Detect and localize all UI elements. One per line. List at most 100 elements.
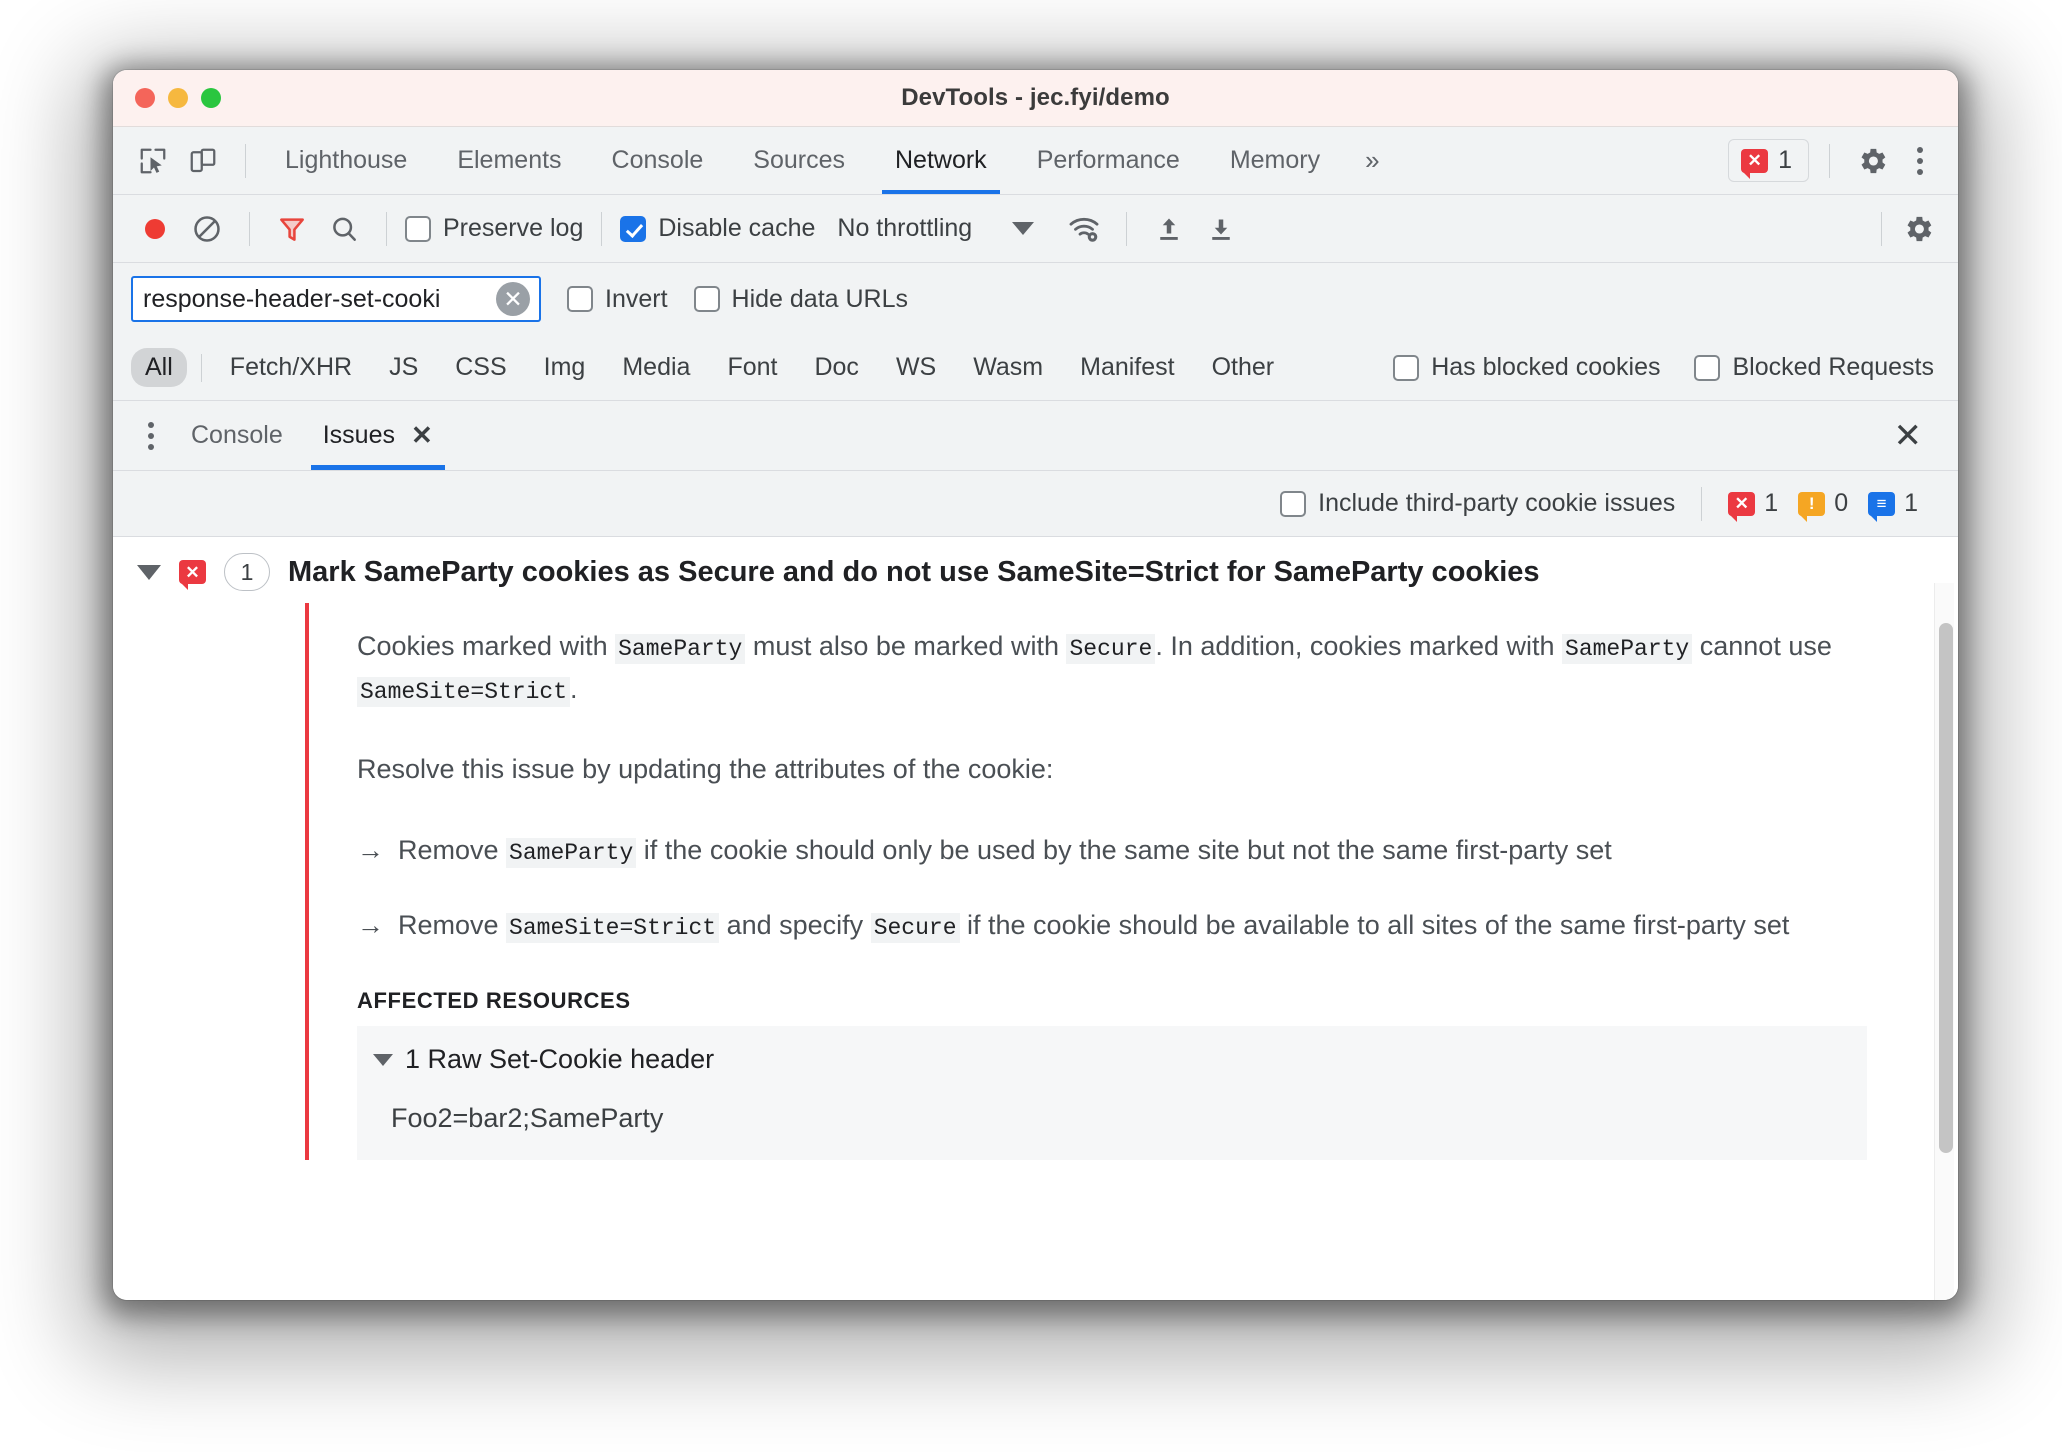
code-sameparty: SameParty	[615, 634, 746, 664]
tab-label: Network	[895, 146, 987, 174]
network-conditions-icon[interactable]	[1060, 205, 1108, 253]
error-count-badge[interactable]: ✕ 1	[1728, 139, 1809, 182]
tab-bar-right-actions: ✕ 1	[1728, 139, 1958, 183]
chevron-down-icon[interactable]	[373, 1053, 393, 1066]
tab-console[interactable]: Console	[587, 127, 729, 194]
include-third-party-box[interactable]	[1280, 490, 1307, 517]
network-toolbar-right	[1867, 207, 1940, 251]
tab-memory[interactable]: Memory	[1205, 127, 1345, 194]
affected-resources-label: AFFECTED RESOURCES	[357, 988, 631, 1014]
kebab-menu-icon[interactable]	[1900, 139, 1940, 183]
download-har-icon[interactable]	[1197, 205, 1245, 253]
warning-glyph: !	[1808, 494, 1815, 513]
tab-performance[interactable]: Performance	[1012, 127, 1205, 194]
preserve-log-box[interactable]	[405, 215, 431, 242]
record-button-icon[interactable]	[131, 205, 179, 253]
issue-resolution-2: → Remove SameSite=Strict and specify Secu…	[357, 904, 1895, 947]
has-blocked-cookies-checkbox[interactable]: Has blocked cookies	[1393, 353, 1660, 382]
type-filter-fetch-xhr[interactable]: Fetch/XHR	[216, 348, 366, 387]
chevron-down-icon[interactable]	[1012, 222, 1035, 235]
resource-type-row: All Fetch/XHR JS CSS Img Media Font Doc …	[113, 335, 1958, 401]
type-filter-other[interactable]: Other	[1198, 348, 1289, 387]
type-filter-ws[interactable]: WS	[882, 348, 950, 387]
hide-data-urls-checkbox[interactable]: Hide data URLs	[693, 285, 908, 314]
issue-resolution-1: → Remove SameParty if the cookie should o…	[357, 829, 1895, 872]
toolbar-divider	[386, 211, 387, 246]
affected-resources-group[interactable]: 1 Raw Set-Cookie header	[357, 1044, 1867, 1075]
filter-row: response-header-set-cooki ✕ Invert Hide …	[113, 263, 1958, 335]
preserve-log-checkbox[interactable]: Preserve log	[405, 214, 583, 243]
devtools-window: DevTools - jec.fyi/demo Lighthouse Eleme…	[113, 70, 1958, 1300]
invert-box[interactable]	[567, 286, 593, 312]
scrollbar-thumb[interactable]	[1939, 623, 1953, 1153]
chevron-down-icon[interactable]	[137, 564, 161, 580]
drawer-tab-issues[interactable]: Issues ✕	[303, 401, 453, 470]
clear-filter-icon[interactable]: ✕	[496, 282, 530, 316]
type-filter-doc[interactable]: Doc	[800, 348, 872, 387]
clear-icon[interactable]	[183, 205, 231, 253]
affected-resource-row: Foo2=bar2;SameParty	[391, 1103, 664, 1134]
network-settings-gear-icon[interactable]	[1896, 207, 1940, 251]
include-third-party-checkbox[interactable]: Include third-party cookie issues	[1280, 489, 1675, 518]
error-bubble-icon: ✕	[1728, 491, 1756, 522]
blocked-requests-checkbox[interactable]: Blocked Requests	[1694, 353, 1934, 382]
info-counter-value: 1	[1904, 489, 1918, 517]
issues-toolbar: Include third-party cookie issues ✕ 1 ! …	[113, 471, 1958, 537]
code-secure: Secure	[870, 912, 960, 943]
close-icon[interactable]: ✕	[411, 420, 433, 451]
disable-cache-box[interactable]	[620, 215, 647, 242]
blocked-requests-box[interactable]	[1694, 354, 1721, 381]
invert-checkbox[interactable]: Invert	[567, 285, 668, 314]
type-filter-manifest[interactable]: Manifest	[1066, 348, 1188, 387]
drawer-tab-console[interactable]: Console	[171, 401, 303, 470]
panel-tabs: Lighthouse Elements Console Sources Netw…	[260, 127, 1345, 194]
type-filter-font[interactable]: Font	[713, 348, 791, 387]
issues-divider	[1701, 486, 1703, 521]
type-filter-css[interactable]: CSS	[441, 348, 520, 387]
inspect-cursor-icon[interactable]	[131, 139, 175, 183]
more-tabs-button[interactable]: »	[1345, 145, 1399, 176]
error-glyph: ✕	[185, 562, 200, 582]
text-fragment: must also be marked with	[745, 631, 1067, 661]
text-fragment: Remove	[398, 909, 507, 940]
close-drawer-icon[interactable]: ✕	[1894, 419, 1941, 453]
drawer-tab-label: Issues	[322, 421, 395, 449]
gear-icon[interactable]	[1850, 139, 1894, 183]
type-filter-all[interactable]: All	[131, 348, 187, 387]
issues-toolbar-right: Include third-party cookie issues ✕ 1 ! …	[1280, 486, 1940, 522]
type-filter-img[interactable]: Img	[530, 348, 600, 387]
has-blocked-cookies-label: Has blocked cookies	[1431, 353, 1661, 381]
toolbar-divider	[601, 211, 603, 246]
device-toolbar-icon[interactable]	[181, 139, 225, 183]
issues-content: ✕ 1 Mark SameParty cookies as Secure and…	[113, 537, 1958, 1300]
filter-funnel-icon[interactable]	[268, 205, 316, 253]
disable-cache-checkbox[interactable]: Disable cache	[620, 214, 815, 243]
tab-label: Sources	[753, 146, 845, 174]
upload-har-icon[interactable]	[1145, 205, 1193, 253]
throttling-select[interactable]: No throttling	[837, 214, 972, 243]
info-counter[interactable]: ≡ 1	[1868, 489, 1918, 522]
issues-scrollbar[interactable]	[1934, 583, 1954, 1300]
tab-network[interactable]: Network	[870, 127, 1012, 194]
type-filter-wasm[interactable]: Wasm	[959, 348, 1057, 387]
filter-input[interactable]: response-header-set-cooki ✕	[131, 276, 541, 322]
tab-sources[interactable]: Sources	[728, 127, 870, 194]
tab-label: Elements	[457, 146, 562, 174]
drawer-kebab-icon[interactable]	[131, 414, 171, 458]
error-counter[interactable]: ✕ 1	[1728, 489, 1778, 522]
tab-elements[interactable]: Elements	[432, 127, 586, 194]
hide-data-urls-box[interactable]	[693, 286, 720, 312]
search-icon[interactable]	[320, 205, 368, 253]
has-blocked-cookies-box[interactable]	[1393, 354, 1420, 381]
issue-description-1: Cookies marked with SameParty must also …	[357, 625, 1895, 710]
type-filter-js[interactable]: JS	[375, 348, 432, 387]
code-samesite-strict: SameSite=Strict	[506, 912, 720, 943]
warning-counter[interactable]: ! 0	[1798, 489, 1848, 522]
drawer-tab-label: Console	[191, 421, 283, 449]
code-sameparty-2: SameParty	[1562, 634, 1693, 664]
type-filter-media[interactable]: Media	[608, 348, 704, 387]
tab-label: Console	[611, 146, 704, 174]
tab-lighthouse[interactable]: Lighthouse	[260, 127, 432, 194]
issue-header[interactable]: ✕ 1 Mark SameParty cookies as Secure and…	[113, 537, 1958, 603]
affected-resources-box: 1 Raw Set-Cookie header Foo2=bar2;SamePa…	[357, 1026, 1867, 1161]
